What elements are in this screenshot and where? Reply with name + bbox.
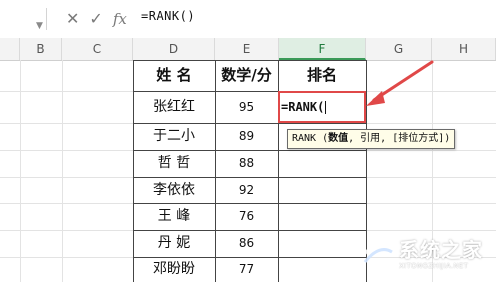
name-box[interactable]: ▼ — [0, 8, 47, 31]
watermark-url: XITONGZHIJIA.NET — [399, 262, 469, 270]
logo-icon — [361, 239, 394, 263]
score-cell[interactable]: 88 — [215, 150, 278, 177]
name-cell[interactable]: 哲 哲 — [133, 150, 215, 177]
annotation-arrow-icon — [366, 60, 434, 106]
column-headers: B C D E F G H — [0, 38, 496, 61]
cancel-icon[interactable]: ✕ — [66, 11, 79, 27]
column-header-f[interactable]: F — [279, 38, 366, 60]
name-cell[interactable]: 于二小 — [133, 123, 215, 150]
column-header-b[interactable]: B — [20, 38, 62, 60]
formula-bar-icons: ✕ ✓ fx — [66, 7, 127, 31]
score-cell[interactable]: 95 — [215, 91, 278, 123]
active-cell-formula: =RANK( — [281, 100, 327, 114]
name-cell[interactable]: 丹 妮 — [133, 230, 215, 257]
header-score[interactable]: 数学/分 — [215, 60, 278, 91]
score-cell[interactable]: 76 — [215, 203, 278, 230]
column-header-c[interactable]: C — [62, 38, 133, 60]
header-name[interactable]: 姓 名 — [133, 60, 215, 91]
site-watermark: 系统之家 XITONGZHIJIA.NET — [355, 228, 496, 282]
column-header-d[interactable]: D — [133, 38, 215, 60]
score-cell[interactable]: 77 — [215, 257, 278, 282]
name-cell[interactable]: 王 峰 — [133, 203, 215, 230]
score-cell[interactable]: 86 — [215, 230, 278, 257]
score-cell[interactable]: 92 — [215, 177, 278, 203]
name-cell[interactable]: 张红红 — [133, 91, 215, 123]
formula-bar: ▼ ✕ ✓ fx =RANK() — [0, 0, 496, 39]
watermark-brand: 系统之家 — [399, 238, 483, 262]
insert-function-icon[interactable]: fx — [113, 11, 127, 27]
text-caret — [325, 101, 327, 114]
name-cell[interactable]: 邓盼盼 — [133, 257, 215, 282]
chevron-down-icon[interactable]: ▼ — [36, 21, 43, 31]
column-header-g[interactable]: G — [366, 38, 432, 60]
column-header-h[interactable]: H — [432, 38, 496, 60]
score-cell[interactable]: 89 — [215, 123, 278, 150]
name-cell[interactable]: 李依依 — [133, 177, 215, 203]
function-hint-tooltip: RANK (数值, 引用, [排位方式]) — [287, 129, 456, 149]
confirm-icon[interactable]: ✓ — [89, 11, 102, 27]
corner-header[interactable] — [0, 38, 20, 60]
formula-input[interactable]: =RANK() — [141, 9, 195, 23]
column-header-e[interactable]: E — [215, 38, 279, 60]
